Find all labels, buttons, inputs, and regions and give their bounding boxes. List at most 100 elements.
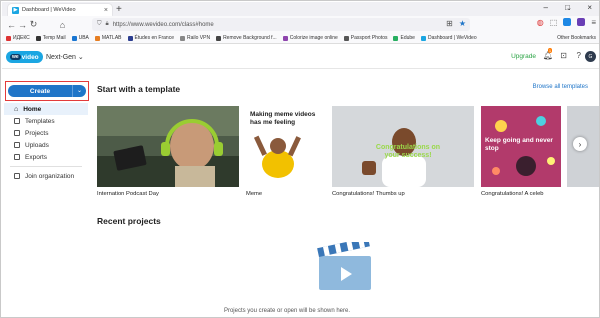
wevideo-logo[interactable]: we video	[6, 51, 43, 63]
shield-icon: ⛉	[97, 21, 102, 27]
main-content: Start with a template Browse all templat…	[97, 69, 599, 317]
close-window-icon[interactable]: ×	[587, 3, 592, 12]
divider	[10, 166, 82, 167]
sidebar-item-uploads[interactable]: Uploads	[4, 139, 88, 151]
template-card[interactable]: Congratulations on your success! Congrat…	[332, 106, 474, 197]
extension-icon[interactable]: ⬚	[550, 18, 558, 27]
home-icon: ⌂	[14, 105, 19, 113]
tab-title: Dashboard | WeVideo	[22, 7, 76, 13]
navigation-bar: ← → ↻ ⌂ ⛉ 🔒︎ https://www.wevideo.com/cla…	[2, 16, 599, 33]
bookmark-item[interactable]: Temp Mail	[35, 35, 66, 41]
celebrate-overlay-text: Keep going and never stop	[485, 137, 553, 152]
back-icon[interactable]: ←	[6, 20, 17, 30]
template-carousel: Internation Podcast Day Making meme vide…	[97, 106, 599, 197]
template-card[interactable]: Internation Podcast Day	[97, 106, 239, 197]
sidebar-item-templates[interactable]: Templates	[4, 115, 88, 127]
sidebar-item-home[interactable]: ⌂ Home	[4, 103, 88, 115]
tab-strip: ▶ Dashboard | WeVideo × + ⌄ – □ ×	[2, 2, 599, 16]
pocket-icon[interactable]: ◍	[537, 18, 544, 27]
edition-selector[interactable]: Next-Gen ⌄	[46, 53, 84, 61]
congrats-overlay-text: Congratulations on your success!	[375, 144, 441, 159]
extension-blue-icon[interactable]	[563, 18, 572, 26]
bookmark-favicon-icon	[127, 35, 133, 41]
sidebar-nav: ⌂ Home Templates Projects Uploads Export…	[4, 103, 88, 182]
help-icon[interactable]: ?	[577, 51, 581, 60]
exports-icon	[14, 154, 20, 160]
bookmark-favicon-icon	[393, 35, 399, 41]
bookmark-item[interactable]: MATLAB	[94, 35, 122, 41]
carousel-next-button[interactable]: ›	[573, 137, 587, 151]
bookmark-item[interactable]: UBA	[71, 35, 89, 41]
chevron-down-icon: ⌄	[77, 54, 84, 61]
bookmark-item[interactable]: Colorize image online	[282, 35, 338, 41]
bookmark-favicon-icon	[94, 35, 100, 41]
sidebar-item-projects[interactable]: Projects	[4, 127, 88, 139]
uploads-icon	[14, 142, 20, 148]
create-highlight: Create ⌄	[5, 81, 89, 101]
template-heading: Start with a template	[97, 84, 181, 94]
bookmark-favicon-icon	[420, 35, 426, 41]
recent-projects-heading: Recent projects	[97, 216, 161, 226]
url-text: https://www.wevideo.com/class#home	[112, 21, 214, 28]
avatar[interactable]: G	[585, 51, 596, 62]
meme-overlay-text: Making meme videos has me feeling	[250, 111, 316, 126]
bookmarks-bar: ИДЕКС Temp Mail UBA MATLAB Études en Fra…	[2, 33, 599, 44]
bookmark-item[interactable]: Dashboard | WeVideo	[420, 35, 477, 41]
upgrade-link[interactable]: Upgrade	[511, 53, 536, 60]
chevron-down-icon[interactable]: ⌄	[72, 85, 86, 97]
organization-icon	[14, 173, 20, 179]
lock-icon: 🔒︎	[105, 21, 109, 27]
bookmark-favicon-icon	[216, 35, 222, 41]
reload-icon[interactable]: ↻	[28, 19, 39, 30]
sidebar-item-join-organization[interactable]: Join organization	[4, 170, 88, 182]
bookmark-favicon-icon	[6, 35, 11, 41]
chevron-right-icon: ›	[578, 139, 582, 149]
clapperboard-icon	[317, 242, 371, 290]
address-bar[interactable]: ⛉ 🔒︎ https://www.wevideo.com/class#home …	[92, 18, 470, 31]
bookmark-star-icon[interactable]: ★	[459, 19, 466, 28]
template-thumbnail	[97, 106, 239, 187]
template-card-label: Congratulations! A celeb	[481, 191, 544, 197]
template-card-label: Meme	[246, 191, 263, 197]
template-thumbnail: Congratulations on your success!	[332, 106, 474, 187]
bell-icon[interactable]: 🔔︎ 1	[543, 48, 553, 60]
template-thumbnail: Keep going and never stop	[481, 106, 561, 187]
gift-icon[interactable]: ⊡	[560, 51, 567, 60]
new-tab-icon[interactable]: +	[116, 4, 122, 15]
browser-tab[interactable]: ▶ Dashboard | WeVideo ×	[8, 4, 112, 16]
template-card-label: Congratulations! Thumbs up	[332, 191, 405, 197]
projects-icon	[14, 130, 20, 136]
minimize-icon[interactable]: –	[544, 3, 548, 12]
bookmark-item[interactable]: Railo VPN	[179, 35, 210, 41]
other-bookmarks[interactable]: Other Bookmarks	[557, 35, 596, 41]
bookmark-favicon-icon	[179, 35, 185, 41]
bookmark-item[interactable]: Edube	[393, 35, 415, 41]
browser-window: ▶ Dashboard | WeVideo × + ⌄ – □ × ← → ↻ …	[0, 0, 600, 318]
extension-purple-icon[interactable]	[577, 18, 586, 26]
maximize-icon[interactable]: □	[565, 3, 570, 12]
app-header: we video Next-Gen ⌄ Upgrade 🔔︎ 1 ⊡ ? G	[2, 45, 599, 69]
sidebar: Create ⌄ ⌂ Home Templates Projects Uploa…	[2, 69, 89, 317]
template-card-label: Internation Podcast Day	[97, 191, 159, 197]
bookmark-item[interactable]: Passport Photos	[343, 35, 387, 41]
translate-icon[interactable]: ⊞	[446, 19, 453, 28]
template-card[interactable]: Making meme videos has me feeling Meme	[246, 106, 325, 197]
forward-icon[interactable]: →	[17, 20, 28, 30]
template-card[interactable]: Keep going and never stop Congratulation…	[481, 106, 561, 197]
menu-icon[interactable]: ≡	[591, 18, 596, 27]
close-tab-icon[interactable]: ×	[104, 7, 112, 14]
sidebar-item-exports[interactable]: Exports	[4, 151, 88, 163]
bookmark-favicon-icon	[343, 35, 349, 41]
wevideo-favicon-icon: ▶	[12, 6, 19, 14]
bookmark-item[interactable]: ИДЕКС	[6, 35, 30, 41]
bookmark-favicon-icon	[71, 35, 77, 41]
empty-projects-message: Projects you create or open will be show…	[223, 308, 351, 314]
bookmark-item[interactable]: Études en France	[127, 35, 174, 41]
podcast-thumbnail-image	[97, 106, 239, 187]
bookmark-item[interactable]: Remove Background f...	[216, 35, 277, 41]
browse-all-templates-link[interactable]: Browse all templates	[533, 84, 588, 90]
create-button[interactable]: Create ⌄	[8, 85, 86, 97]
bookmark-favicon-icon	[35, 35, 41, 41]
home-icon[interactable]: ⌂	[57, 20, 68, 30]
template-thumbnail: Making meme videos has me feeling	[246, 106, 325, 187]
